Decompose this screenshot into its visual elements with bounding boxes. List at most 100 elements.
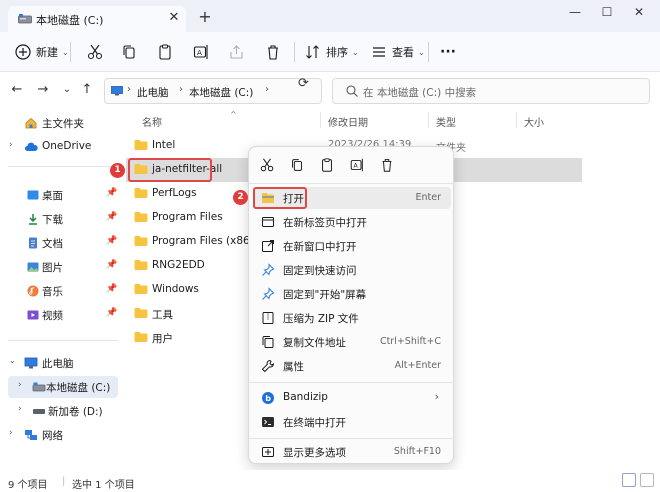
menu-item-shortcut: Enter [415,192,442,203]
plus-circle-icon [15,44,31,60]
sidebar-item-this-pc[interactable]: ⌄ 此电脑 [0,352,122,374]
menu-item-properties[interactable]: 属性 Alt+Enter [253,355,451,377]
pin-icon[interactable]: 📌 [106,308,117,318]
cut-icon[interactable] [259,157,275,173]
close-tab-icon[interactable]: ✕ [166,10,182,26]
address-bar[interactable]: › 此电脑 › 本地磁盘 (C:) › [104,78,322,104]
search-icon [346,85,358,97]
pin-icon [262,287,275,300]
breadcrumb-separator: › [127,84,131,95]
sidebar-item-pictures[interactable]: 图片 📌 [0,256,122,278]
sidebar-item-desktop[interactable]: 桌面 📌 [0,184,122,206]
sidebar-item-drive-d[interactable]: › 新加卷 (D:) [0,400,122,422]
navigation-pane: 主文件夹 › OneDrive 桌面 📌 下载 📌 文档 📌 图片 📌 音乐 📌… [0,108,122,470]
status-bar: 9 个项目 | 选中 1 个项目 [0,470,660,492]
share-icon[interactable] [228,43,246,61]
paste-icon[interactable] [319,157,335,173]
refresh-icon[interactable]: ⟳ [298,76,309,91]
sidebar-item-label: 主文件夹 [42,118,84,130]
sidebar-item-documents[interactable]: 文档 📌 [0,232,122,254]
menu-item-label: 复制文件地址 [283,337,346,349]
menu-item-label: 压缩为 ZIP 文件 [283,313,359,325]
pin-icon[interactable]: 📌 [106,212,117,222]
tiles-view-button[interactable] [640,473,654,487]
menu-item-pin-quick-access[interactable]: 固定到快速访问 [253,259,451,281]
column-size[interactable]: 大小 [524,114,544,129]
more-options-button[interactable]: ··· [440,40,456,64]
pin-icon[interactable]: 📌 [106,260,117,270]
rename-icon[interactable]: A [349,157,365,173]
details-view-button[interactable] [622,473,636,487]
sidebar-item-network[interactable]: › 网络 [0,424,122,446]
rename-icon[interactable]: A [192,43,210,61]
forward-button[interactable]: → [34,81,52,99]
open-new-window-icon [262,240,274,252]
column-divider[interactable] [428,112,429,128]
sort-label: 排序 [326,46,348,59]
menu-item-compress-zip[interactable]: 压缩为 ZIP 文件 [253,307,451,329]
menu-item-bandizip[interactable]: b Bandizip › [253,387,451,409]
toolbar-divider [70,42,71,62]
chevron-down-icon: ⌄ [352,47,359,57]
sort-indicator-icon: ^ [230,110,237,119]
back-button[interactable]: ← [8,81,26,99]
sidebar-item-label: 网络 [42,430,63,442]
view-button[interactable]: 查看 ⌄ [370,40,425,64]
new-tab-button[interactable]: + [196,8,214,26]
sidebar-item-downloads[interactable]: 下载 📌 [0,208,122,230]
delete-icon[interactable] [264,43,282,61]
folder-icon [134,260,148,270]
file-name: Program Files [152,211,223,223]
paste-icon[interactable] [156,43,174,61]
pc-icon [111,86,123,96]
menu-item-pin-start[interactable]: 固定到"开始"屏幕 [253,283,451,305]
sidebar-item-home[interactable]: 主文件夹 [0,112,122,134]
file-name: RNG2EDD [152,259,205,271]
bandizip-icon: b [262,392,274,404]
minimize-button[interactable]: — [560,0,590,26]
menu-item-open-new-tab[interactable]: 在新标签页中打开 [253,211,451,233]
folder-icon [134,308,148,318]
selection-count: 选中 1 个项目 [72,480,135,491]
file-name: Windows [152,283,199,295]
address-row: ← → ⌄ ↑ › 此电脑 › 本地磁盘 (C:) › ⟳ 在 本地磁盘 (C:… [0,72,660,108]
close-window-button[interactable]: ✕ [624,0,654,26]
column-modified[interactable]: 修改日期 [328,114,368,129]
delete-icon[interactable] [379,157,395,173]
copy-icon[interactable] [289,157,305,173]
menu-item-show-more-options[interactable]: 显示更多选项 Shift+F10 [253,441,451,463]
pin-icon[interactable]: 📌 [106,188,117,198]
maximize-button[interactable]: ☐ [592,0,622,26]
breadcrumb-local-disk-c[interactable]: 本地磁盘 (C:) [189,85,253,100]
recent-dropdown-icon[interactable]: ⌄ [58,81,76,99]
menu-divider [249,183,455,184]
chevron-right-icon: › [18,404,22,414]
sidebar-item-drive-c[interactable]: › 本地磁盘 (C:) [8,376,118,398]
menu-item-open-new-window[interactable]: 在新窗口中打开 [253,235,451,257]
chevron-right-icon: › [18,380,22,390]
column-type[interactable]: 类型 [436,114,456,129]
picture-icon [27,262,39,272]
menu-item-copy-path[interactable]: 复制文件地址 Ctrl+Shift+C [253,331,451,353]
view-icon [373,47,385,57]
sidebar-item-videos[interactable]: 视频 📌 [0,304,122,326]
new-button[interactable]: 新建 ⌄ [14,40,69,64]
cut-icon[interactable] [86,43,104,61]
breadcrumb-this-pc[interactable]: 此电脑 [137,85,169,100]
file-name: 工具 [152,309,173,321]
chevron-down-icon: ⌄ [62,47,69,57]
up-button[interactable]: ↑ [78,81,96,99]
sidebar-item-music[interactable]: 音乐 📌 [0,280,122,302]
column-name[interactable]: 名称 [142,114,162,129]
pin-icon[interactable]: 📌 [106,284,117,294]
column-divider[interactable] [516,112,517,128]
search-box[interactable]: 在 本地磁盘 (C:) 中搜索 [332,78,650,104]
sidebar-item-onedrive[interactable]: › OneDrive [0,136,122,158]
sort-button[interactable]: 排序 ⌄ [304,40,359,64]
pin-icon[interactable]: 📌 [106,236,117,246]
column-divider[interactable] [320,112,321,128]
chevron-down-icon: ⌄ [418,47,425,57]
tab-local-disk-c[interactable]: 本地磁盘 (C:) ✕ [8,6,186,32]
copy-icon[interactable] [120,43,138,61]
menu-item-open-terminal[interactable]: 在终端中打开 [253,411,451,433]
